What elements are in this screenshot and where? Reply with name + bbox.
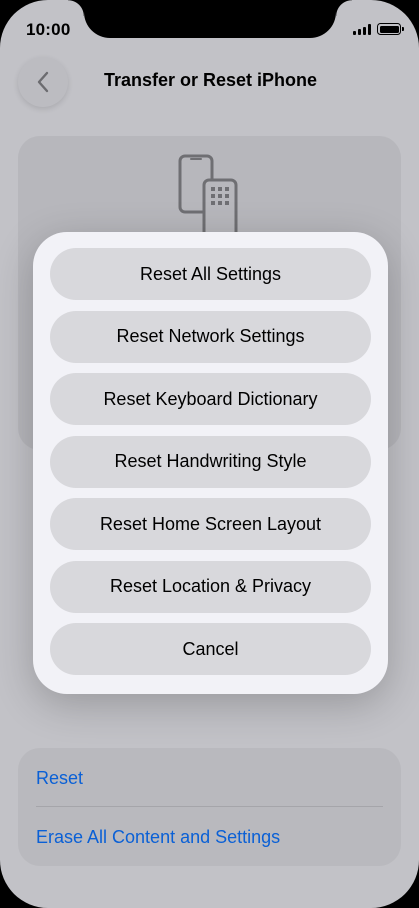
reset-handwriting-style-button[interactable]: Reset Handwriting Style	[50, 435, 371, 488]
phone-screen: 10:00 Transfer or Reset iPhone Reset All…	[0, 0, 419, 908]
signal-icon	[353, 23, 371, 35]
cancel-button[interactable]: Cancel	[50, 623, 371, 675]
erase-all-content-link[interactable]: Erase All Content and Settings	[36, 827, 280, 848]
list-divider	[36, 806, 383, 807]
page-title: Transfer or Reset iPhone	[103, 70, 318, 90]
reset-options-list: Reset Erase All Content and Settings	[18, 748, 401, 866]
status-indicators	[353, 23, 404, 35]
reset-action-sheet: Reset All Settings Reset Network Setting…	[33, 232, 388, 694]
battery-icon	[377, 23, 404, 35]
reset-network-settings-button[interactable]: Reset Network Settings	[50, 310, 371, 363]
reset-link[interactable]: Reset	[36, 768, 83, 789]
reset-all-settings-button[interactable]: Reset All Settings	[50, 248, 371, 300]
reset-home-screen-layout-button[interactable]: Reset Home Screen Layout	[50, 498, 371, 550]
status-time: 10:00	[26, 20, 71, 39]
reset-keyboard-dictionary-button[interactable]: Reset Keyboard Dictionary	[50, 373, 371, 425]
notch	[68, 0, 352, 38]
reset-location-privacy-button[interactable]: Reset Location & Privacy	[50, 560, 371, 613]
